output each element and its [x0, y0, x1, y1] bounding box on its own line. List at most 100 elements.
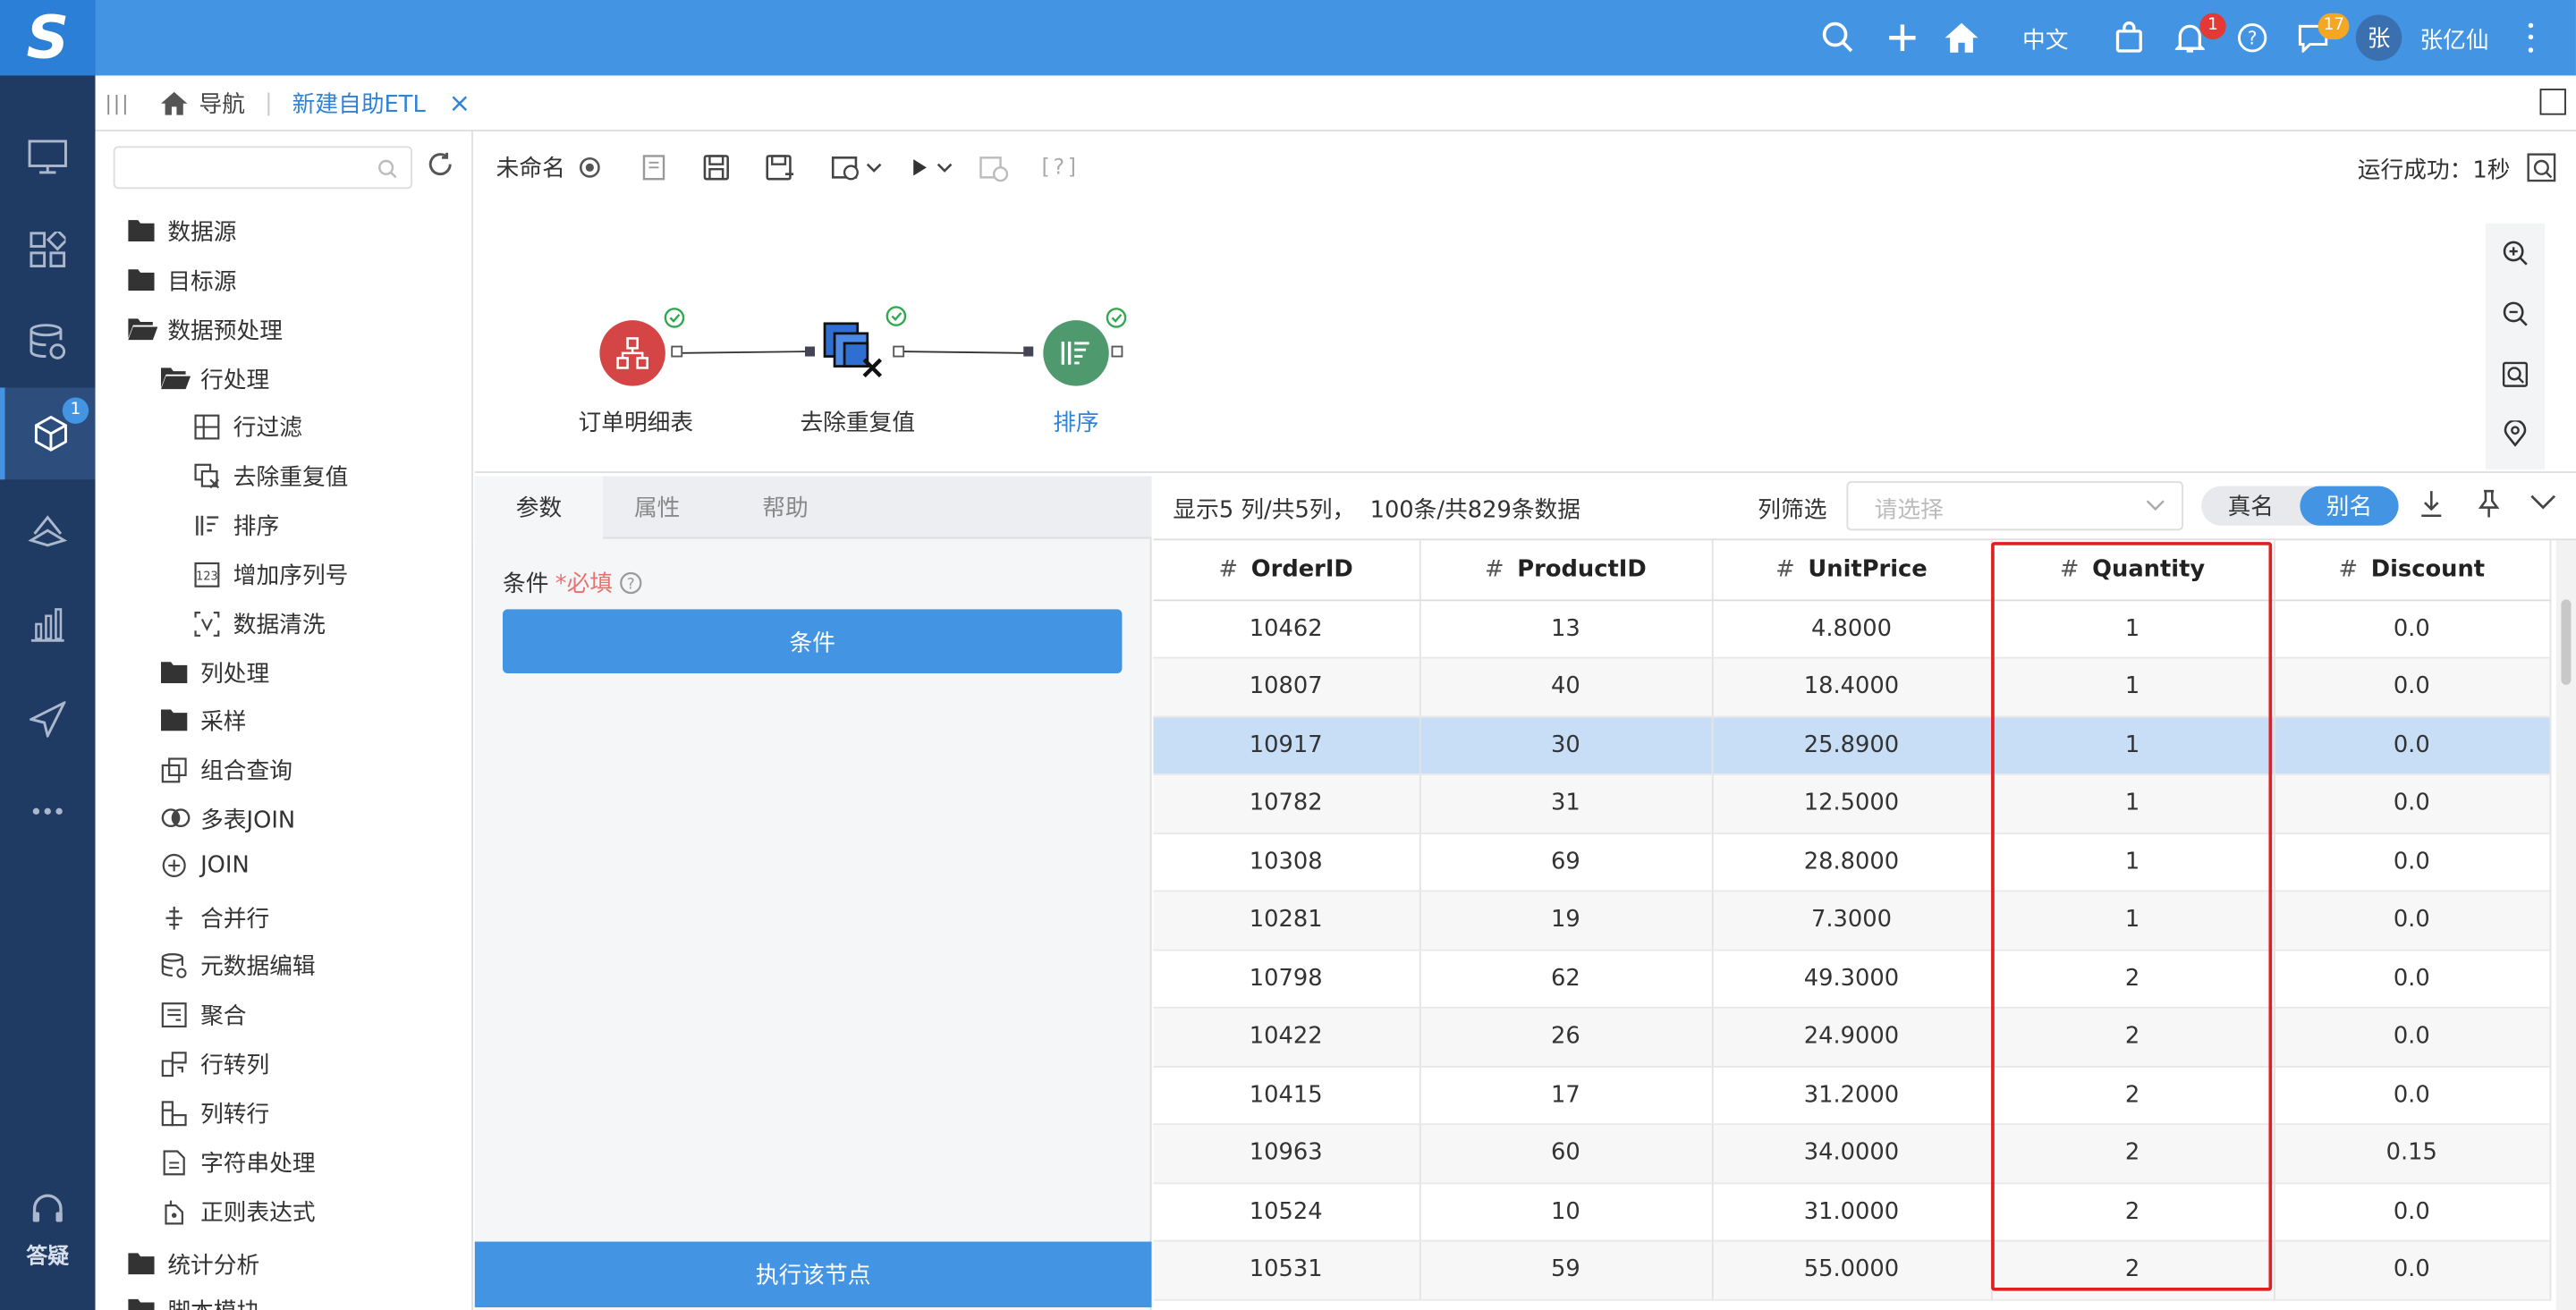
table-row[interactable]: 10281 19 7.3000 1 0.0 — [1153, 891, 2551, 951]
tab-close-icon[interactable]: × — [449, 87, 471, 118]
chevron-down-icon[interactable] — [866, 161, 882, 174]
history-icon[interactable] — [979, 153, 1009, 182]
help-bracket[interactable]: [?] — [1041, 156, 1079, 181]
locate-icon[interactable] — [2504, 420, 2527, 447]
toggle-real-name[interactable]: 真名 — [2201, 486, 2300, 526]
table-row[interactable]: 10308 69 28.8000 1 0.0 — [1153, 832, 2551, 892]
condition-button[interactable]: 条件 — [503, 609, 1123, 674]
tree-item[interactable]: 统计分析 — [128, 1248, 259, 1281]
table-row[interactable]: 10798 62 49.3000 2 0.0 — [1153, 949, 2551, 1009]
tree-item[interactable]: 聚合 — [161, 999, 247, 1032]
preview-search-icon[interactable] — [2527, 153, 2556, 182]
tree-item[interactable]: 行转列 — [161, 1048, 269, 1081]
table-scrollbar[interactable] — [2555, 540, 2576, 1310]
tree-item[interactable]: 列转行 — [161, 1097, 269, 1130]
execute-node-button[interactable]: 执行该节点 — [474, 1241, 1152, 1308]
table-row[interactable]: 10917 30 25.8900 1 0.0 — [1153, 715, 2551, 775]
tree-item[interactable]: 行过滤 — [194, 410, 302, 444]
home-icon[interactable] — [1942, 18, 1981, 57]
tree-item[interactable]: 123 增加序列号 — [194, 558, 348, 591]
tree-item[interactable]: JOIN — [161, 852, 250, 879]
tab-active[interactable]: 新建自助ETL — [292, 86, 426, 119]
nav-monitor-icon[interactable] — [0, 112, 96, 204]
tree-item[interactable]: 数据清洗 — [194, 608, 326, 641]
more-vertical-icon[interactable] — [2521, 20, 2538, 55]
settings-gear-icon[interactable] — [579, 156, 602, 179]
tree-item[interactable]: 列处理 — [160, 657, 269, 690]
save-icon[interactable] — [703, 155, 729, 181]
tree-item[interactable]: 合并行 — [161, 901, 269, 934]
zoom-out-icon[interactable] — [2502, 300, 2528, 326]
schedule-settings-icon[interactable] — [831, 155, 860, 181]
language-switch[interactable]: 中文 — [2022, 23, 2068, 56]
tree-item[interactable]: 数据预处理 — [128, 314, 283, 347]
table-row[interactable]: 10462 13 4.8000 1 0.0 — [1153, 599, 2551, 659]
nav-database-icon[interactable] — [0, 296, 96, 388]
fit-view-icon[interactable] — [2502, 361, 2529, 387]
zoom-in-icon[interactable] — [2502, 240, 2528, 266]
column-filter-select[interactable]: 请选择 — [1846, 481, 2183, 531]
flow-canvas[interactable]: 订单明细表 去除重复值 排序 — [474, 203, 2576, 473]
username[interactable]: 张亿仙 — [2419, 23, 2488, 56]
tree-item[interactable]: 去除重复值 — [194, 460, 348, 493]
nav-send-icon[interactable] — [0, 673, 96, 765]
notification-bell-icon[interactable]: 1 — [2170, 13, 2226, 57]
tree-item[interactable]: 数据源 — [128, 216, 236, 249]
toggle-alias[interactable]: 别名 — [2300, 486, 2399, 526]
etl-name[interactable]: 未命名 — [496, 151, 565, 184]
column-header[interactable]: # UnitPrice — [1711, 540, 1992, 601]
shopping-bag-icon[interactable] — [2109, 18, 2148, 57]
tree-item[interactable]: 元数据编辑 — [161, 950, 316, 983]
tree-item[interactable]: 正则表达式 — [161, 1196, 316, 1229]
collapse-chevron-icon[interactable] — [2530, 494, 2556, 511]
node-sort[interactable] — [1043, 320, 1109, 386]
scrollbar-thumb[interactable] — [2561, 599, 2572, 685]
tree-item[interactable]: 脚本模块 — [128, 1294, 259, 1310]
tree-item[interactable]: 行处理 — [160, 363, 269, 396]
chevron-down-icon[interactable] — [936, 161, 953, 174]
tree-item[interactable]: 字符串处理 — [161, 1146, 316, 1179]
nav-chart-icon[interactable] — [0, 579, 96, 671]
message-icon[interactable]: 17 — [2293, 13, 2350, 57]
column-header[interactable]: # Quantity — [1991, 540, 2275, 601]
tree-item[interactable]: 排序 — [194, 509, 279, 542]
tab-help[interactable]: 帮助 — [721, 477, 849, 539]
breadcrumb-home[interactable]: 导航 — [199, 86, 244, 119]
properties-icon[interactable] — [640, 155, 666, 181]
column-header[interactable]: # Discount — [2273, 540, 2551, 601]
node-dedupe[interactable] — [821, 320, 886, 385]
pin-icon[interactable] — [2478, 489, 2501, 519]
download-icon[interactable] — [2419, 489, 2443, 519]
column-header[interactable]: # OrderID — [1153, 540, 1420, 601]
column-header[interactable]: # ProductID — [1419, 540, 1713, 601]
nav-dashboard-icon[interactable] — [0, 204, 96, 296]
nav-etl-icon[interactable]: 1 — [0, 387, 96, 480]
table-row[interactable]: 10415 17 31.2000 2 0.0 — [1153, 1066, 2551, 1126]
tree-item[interactable]: 目标源 — [128, 265, 236, 298]
tab-properties[interactable]: 属性 — [593, 477, 721, 539]
home-icon[interactable] — [159, 89, 189, 115]
tab-params[interactable]: 参数 — [474, 476, 604, 539]
search-icon[interactable] — [1818, 18, 1858, 57]
table-row[interactable]: 10782 31 12.5000 1 0.0 — [1153, 774, 2551, 834]
table-row[interactable]: 10963 60 34.0000 2 0.15 — [1153, 1124, 2551, 1184]
tree-search-input[interactable] — [113, 146, 413, 190]
info-question-icon[interactable]: ? — [619, 571, 642, 595]
tree-item[interactable]: 组合查询 — [161, 754, 292, 787]
save-as-icon[interactable] — [766, 155, 795, 181]
avatar[interactable]: 张 — [2355, 14, 2402, 61]
nav-layers-icon[interactable] — [0, 483, 96, 575]
refresh-icon[interactable] — [428, 151, 453, 177]
collapse-icon[interactable]: ||| — [106, 91, 131, 114]
table-row[interactable]: 10531 59 55.0000 2 0.0 — [1153, 1240, 2551, 1300]
table-row[interactable]: 10807 40 18.4000 1 0.0 — [1153, 657, 2551, 717]
maximize-icon[interactable] — [2539, 89, 2566, 115]
tree-item[interactable]: 多表JOIN — [161, 803, 295, 836]
run-play-icon[interactable] — [911, 157, 928, 177]
node-source-table[interactable] — [599, 320, 665, 386]
help-icon[interactable]: ? — [2233, 18, 2272, 57]
table-row[interactable]: 10524 10 31.0000 2 0.0 — [1153, 1182, 2551, 1242]
table-row[interactable]: 10422 26 24.9000 2 0.0 — [1153, 1007, 2551, 1067]
nav-help[interactable]: 答疑 — [0, 1192, 96, 1270]
tree-item[interactable]: 采样 — [160, 705, 247, 738]
